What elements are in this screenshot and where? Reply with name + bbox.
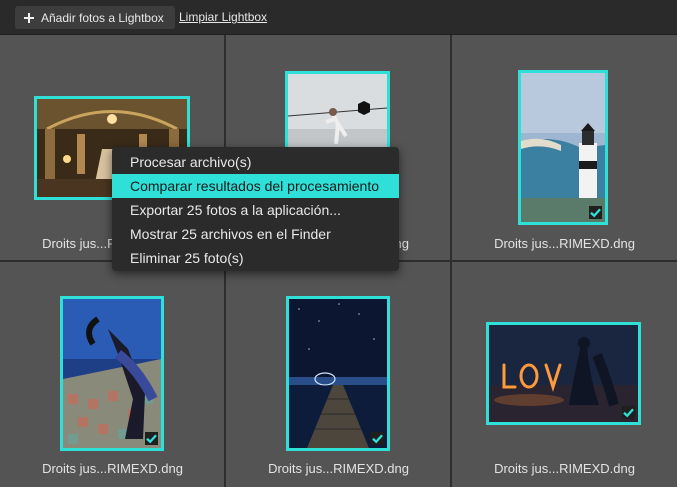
photo-thumbnail-love-lights[interactable]	[486, 322, 641, 425]
tile-caption: Droits jus...RIMEXD.dng	[42, 461, 183, 476]
tile-caption: Droits jus...RIMEXD.dng	[494, 236, 635, 251]
plus-icon	[24, 12, 34, 23]
tile-caption: Droits jus...RIMEXD.dng	[494, 461, 635, 476]
selected-checkmark-icon[interactable]	[622, 406, 635, 419]
menu-item-process-files[interactable]: Procesar archivo(s)	[112, 150, 399, 174]
toolbar: Añadir fotos a Lightbox Limpiar Lightbox	[0, 0, 677, 35]
add-to-lightbox-button[interactable]: Añadir fotos a Lightbox	[15, 6, 175, 29]
menu-item-compare-results[interactable]: Comparar resultados del procesamiento	[112, 174, 399, 198]
photo-thumbnail-night-pier[interactable]	[286, 296, 390, 451]
selected-checkmark-icon[interactable]	[371, 432, 384, 445]
selected-checkmark-icon[interactable]	[145, 432, 158, 445]
menu-item-delete-photos[interactable]: Eliminar 25 foto(s)	[112, 246, 399, 270]
photo-thumbnail-rope-jump[interactable]	[285, 71, 390, 156]
context-menu: Procesar archivo(s) Comparar resultados …	[112, 147, 399, 271]
selected-checkmark-icon[interactable]	[589, 206, 602, 219]
photo-thumbnail-dancer-tiles[interactable]	[60, 296, 164, 451]
menu-item-show-in-finder[interactable]: Mostrar 25 archivos en el Finder	[112, 222, 399, 246]
photo-thumbnail-lighthouse[interactable]	[518, 70, 608, 225]
tile-caption: Droits jus...RIMEXD.dng	[268, 461, 409, 476]
clear-lightbox-link[interactable]: Limpiar Lightbox	[179, 10, 267, 24]
menu-item-export-photos[interactable]: Exportar 25 fotos a la aplicación...	[112, 198, 399, 222]
add-to-lightbox-label: Añadir fotos a Lightbox	[41, 10, 164, 25]
